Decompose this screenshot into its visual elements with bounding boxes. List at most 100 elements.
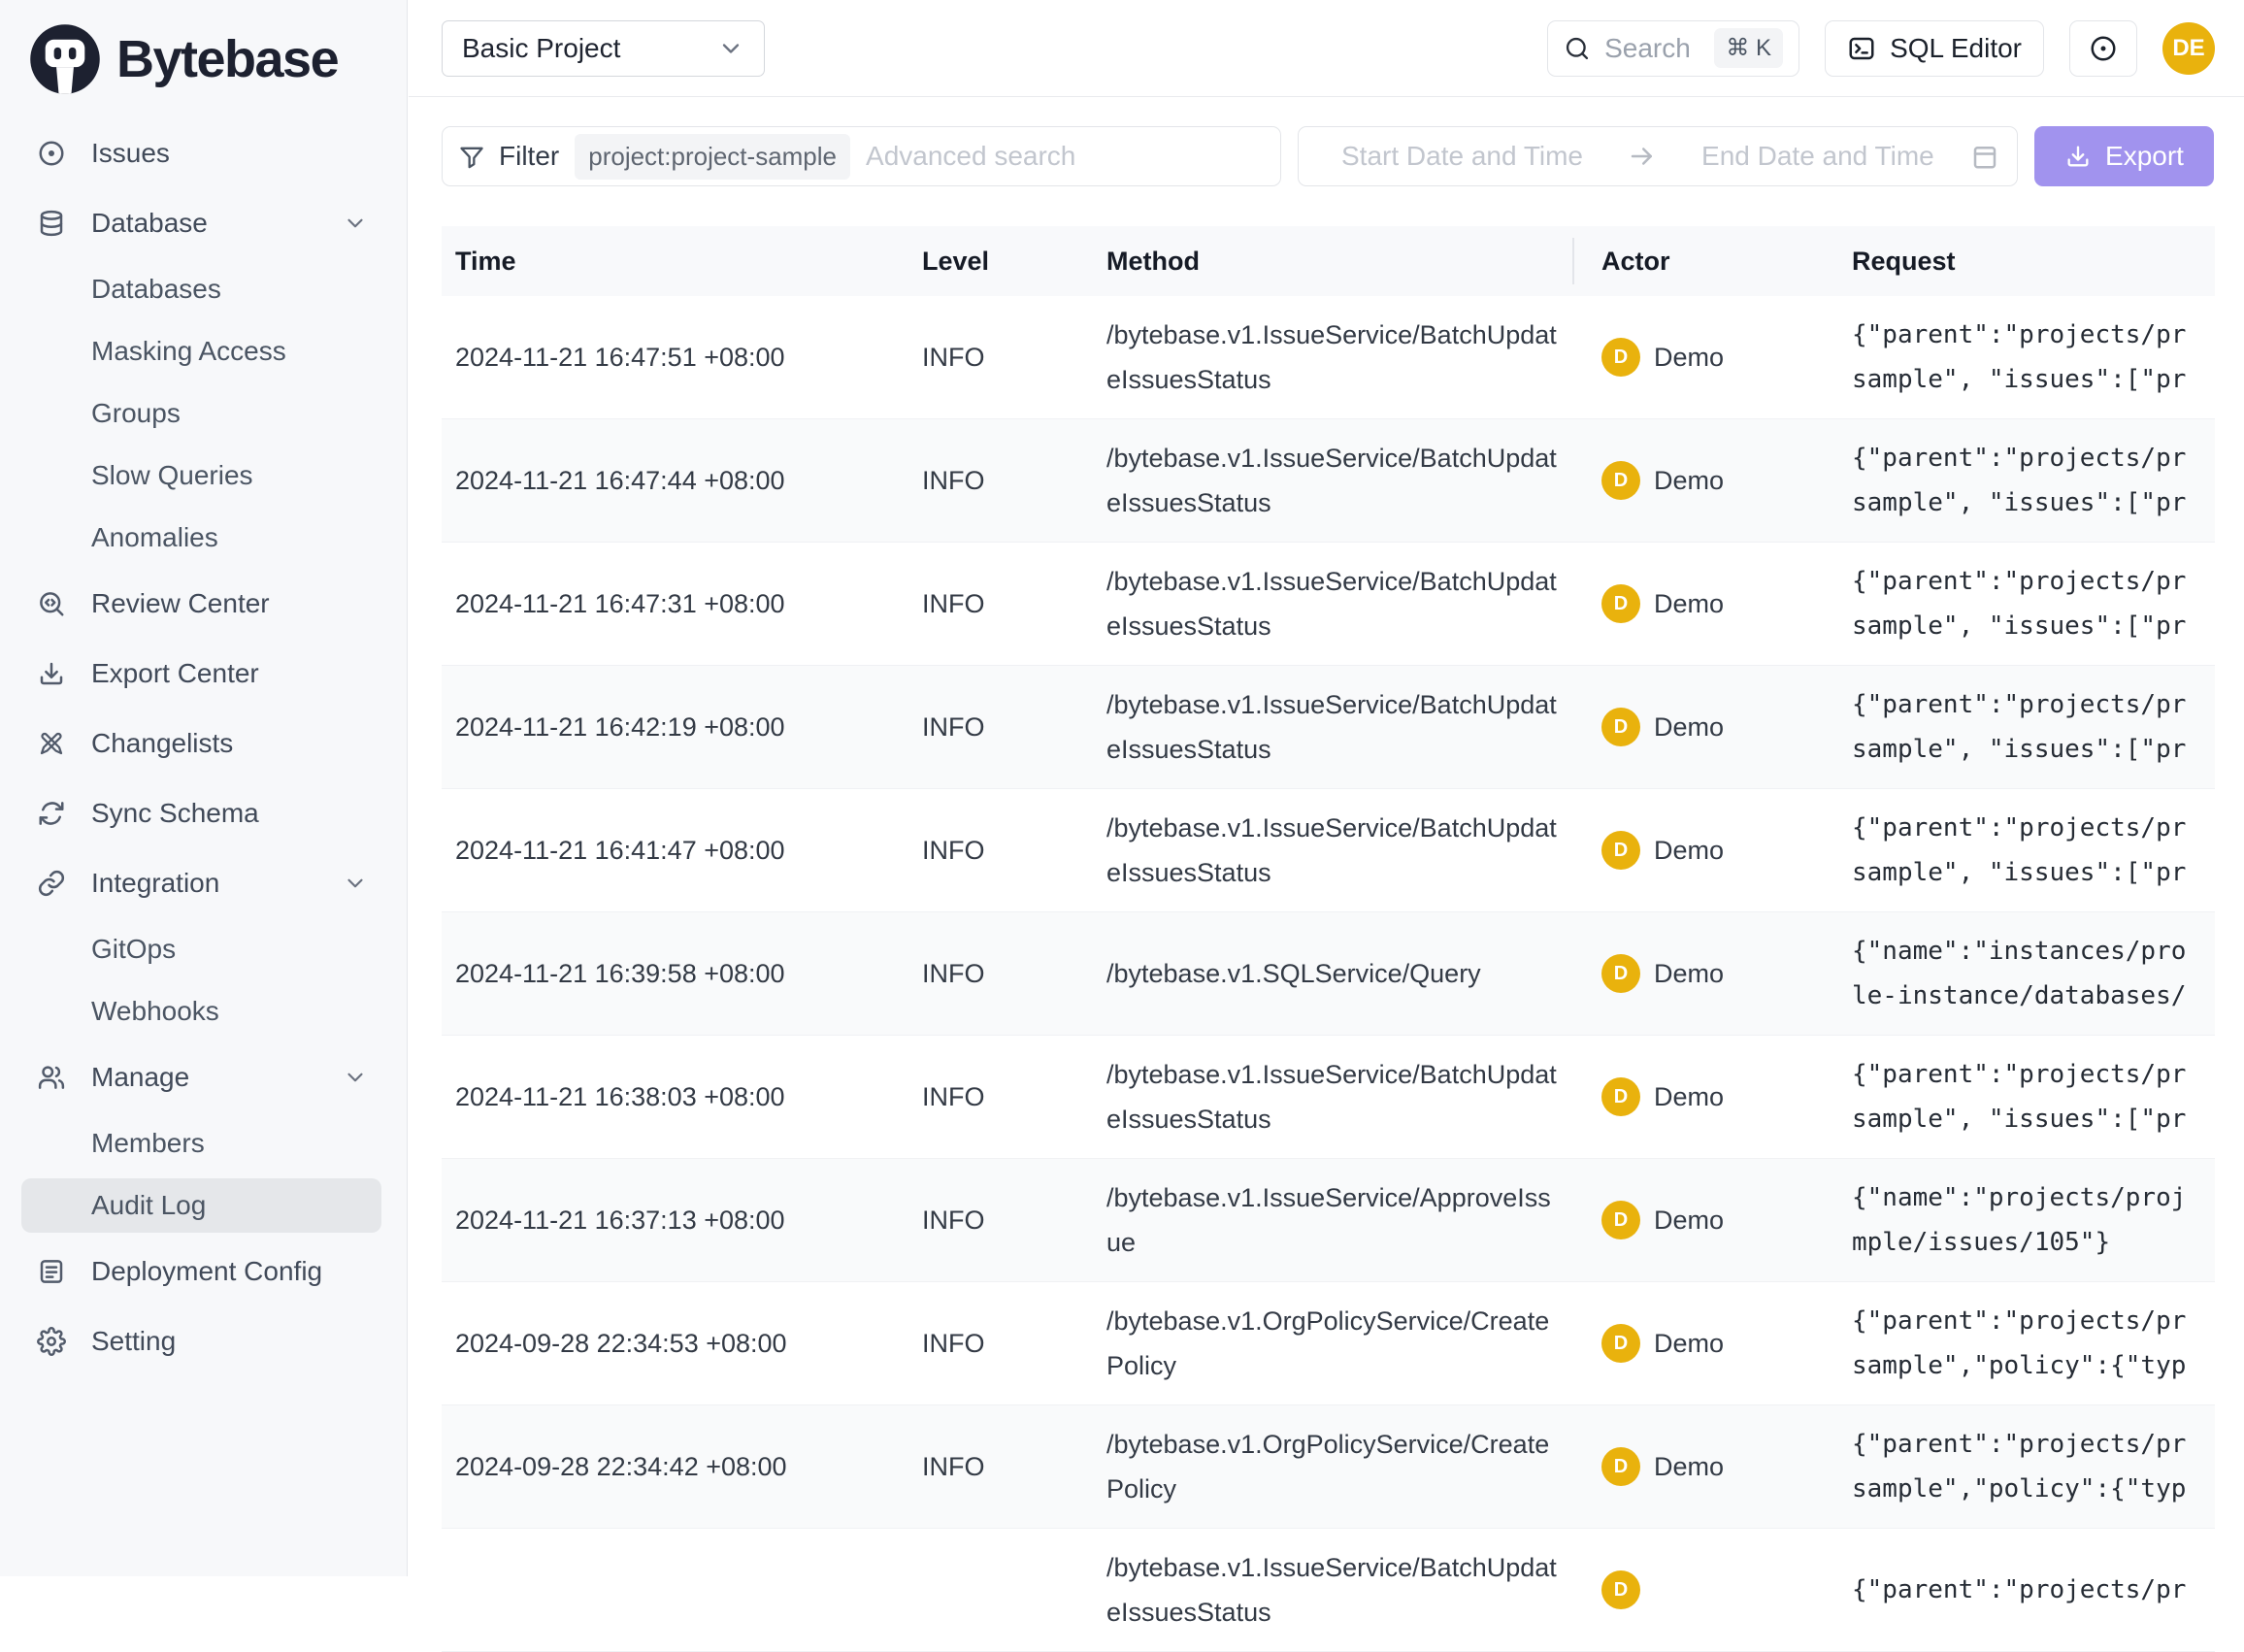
cell-time: 2024-11-21 16:37:13 +08:00 — [442, 1206, 922, 1236]
actor-name: Demo — [1654, 1452, 1724, 1482]
content-area: Filter project:project-sample Advanced s… — [409, 97, 2244, 1652]
pencils-icon — [37, 729, 66, 758]
cell-request: {"parent":"projects/prsample", "issues":… — [1852, 1052, 2215, 1141]
actor-name: Demo — [1654, 1082, 1724, 1112]
sidebar-item-manage[interactable]: Manage — [0, 1042, 407, 1112]
actor-avatar: D — [1601, 708, 1640, 746]
table-row: 2024-11-21 16:37:13 +08:00INFO/bytebase.… — [442, 1159, 2215, 1282]
sidebar-item-masking-access[interactable]: Masking Access — [0, 320, 407, 382]
cell-request: {"name":"projects/projmple/issues/105"} — [1852, 1175, 2215, 1265]
cell-method: /bytebase.v1.OrgPolicyService/CreatePoli… — [1106, 1422, 1601, 1511]
table-row: 2024-11-21 16:38:03 +08:00INFO/bytebase.… — [442, 1036, 2215, 1159]
actor-name: Demo — [1654, 1329, 1724, 1359]
sidebar-item-changelists[interactable]: Changelists — [0, 709, 407, 778]
sidebar-item-audit-log[interactable]: Audit Log — [0, 1174, 407, 1237]
project-selector[interactable]: Basic Project — [442, 20, 765, 77]
cell-request: {"parent":"projects/prsample","policy":{… — [1852, 1422, 2215, 1511]
request-line-1: {"parent":"projects/pr — [1852, 1299, 2215, 1343]
main-area: Basic Project Search ⌘ K SQL Editor — [409, 0, 2244, 1576]
calendar-icon — [1970, 142, 1999, 171]
cell-time: 2024-11-21 16:47:51 +08:00 — [442, 343, 922, 373]
sidebar-item-sync-schema[interactable]: Sync Schema — [0, 778, 407, 848]
sql-editor-button[interactable]: SQL Editor — [1825, 20, 2044, 77]
search-placeholder: Search — [1604, 33, 1691, 64]
filter-tag-project[interactable]: project:project-sample — [575, 134, 850, 180]
advanced-search-placeholder: Advanced search — [866, 141, 1075, 172]
column-header-level: Level — [922, 247, 1106, 277]
sidebar-item-anomalies[interactable]: Anomalies — [0, 507, 407, 569]
cell-request: {"parent":"projects/pr — [1852, 1568, 2215, 1612]
actor-avatar: D — [1601, 584, 1640, 623]
cell-actor: DDemo — [1601, 338, 1852, 377]
sidebar-item-setting[interactable]: Setting — [0, 1306, 407, 1376]
sidebar-item-label: Audit Log — [91, 1190, 206, 1221]
cell-method: /bytebase.v1.SQLService/Query — [1106, 951, 1601, 996]
sidebar-item-gitops[interactable]: GitOps — [0, 918, 407, 980]
column-header-time: Time — [442, 247, 922, 277]
cell-level: INFO — [922, 1329, 1106, 1359]
request-line-2: sample", "issues":["pr — [1852, 850, 2215, 895]
sidebar-item-label: Setting — [91, 1326, 176, 1357]
cell-time: 2024-11-21 16:41:47 +08:00 — [442, 836, 922, 866]
sidebar-item-label: Review Center — [91, 588, 270, 619]
sidebar-item-label: Issues — [91, 138, 170, 169]
column-header-request: Request — [1852, 247, 2215, 277]
cell-method: /bytebase.v1.IssueService/BatchUpdateIss… — [1106, 313, 1601, 402]
audit-log-table: TimeLevelMethodActorRequest 2024-11-21 1… — [442, 226, 2215, 1652]
sidebar-item-members[interactable]: Members — [0, 1112, 407, 1174]
cell-method: /bytebase.v1.OrgPolicyService/CreatePoli… — [1106, 1299, 1601, 1388]
cell-time: 2024-11-21 16:47:31 +08:00 — [442, 589, 922, 619]
request-line-1: {"parent":"projects/pr — [1852, 559, 2215, 604]
cell-request: {"name":"instances/prole-instance/databa… — [1852, 929, 2215, 1018]
table-row: /bytebase.v1.IssueService/BatchUpdateIss… — [442, 1529, 2215, 1652]
cell-request: {"parent":"projects/prsample", "issues":… — [1852, 806, 2215, 895]
request-line-1: {"parent":"projects/pr — [1852, 1568, 2215, 1612]
sidebar-item-issues[interactable]: Issues — [0, 118, 407, 188]
cell-request: {"parent":"projects/prsample","policy":{… — [1852, 1299, 2215, 1388]
actor-name: Demo — [1654, 1206, 1724, 1236]
app-logo[interactable]: Bytebase — [27, 21, 407, 97]
cell-level: INFO — [922, 1082, 1106, 1112]
sidebar-item-databases[interactable]: Databases — [0, 258, 407, 320]
cell-level: INFO — [922, 1206, 1106, 1236]
column-divider — [1572, 238, 1574, 284]
table-row: 2024-11-21 16:41:47 +08:00INFO/bytebase.… — [442, 789, 2215, 912]
terminal-icon — [1847, 34, 1876, 63]
sidebar-item-label: Changelists — [91, 728, 233, 759]
table-row: 2024-11-21 16:47:44 +08:00INFO/bytebase.… — [442, 419, 2215, 543]
request-line-2: sample","policy":{"typ — [1852, 1467, 2215, 1511]
sidebar-item-integration[interactable]: Integration — [0, 848, 407, 918]
sidebar-item-label: Manage — [91, 1062, 189, 1093]
sidebar-item-label: Sync Schema — [91, 798, 259, 829]
table-row: 2024-09-28 22:34:42 +08:00INFO/bytebase.… — [442, 1405, 2215, 1529]
sidebar-item-review-center[interactable]: Review Center — [0, 569, 407, 639]
sidebar-item-database[interactable]: Database — [0, 188, 407, 258]
sidebar-item-webhooks[interactable]: Webhooks — [0, 980, 407, 1042]
sidebar-item-slow-queries[interactable]: Slow Queries — [0, 445, 407, 507]
table-row: 2024-11-21 16:42:19 +08:00INFO/bytebase.… — [442, 666, 2215, 789]
request-line-1: {"name":"projects/proj — [1852, 1175, 2215, 1220]
request-line-2: sample","policy":{"typ — [1852, 1343, 2215, 1388]
export-button[interactable]: Export — [2034, 126, 2214, 186]
date-range-picker[interactable]: Start Date and Time End Date and Time — [1298, 126, 2018, 186]
filter-input[interactable]: Filter project:project-sample Advanced s… — [442, 126, 1281, 186]
chevron-down-icon — [343, 871, 368, 896]
cell-level: INFO — [922, 836, 1106, 866]
cell-time: 2024-11-21 16:42:19 +08:00 — [442, 712, 922, 743]
cell-method: /bytebase.v1.IssueService/BatchUpdateIss… — [1106, 682, 1601, 772]
sidebar-item-export-center[interactable]: Export Center — [0, 639, 407, 709]
request-line-2: sample", "issues":["pr — [1852, 357, 2215, 402]
about-button[interactable] — [2069, 20, 2137, 77]
search-button[interactable]: Search ⌘ K — [1547, 20, 1799, 77]
actor-avatar: D — [1601, 338, 1640, 377]
actor-name: Demo — [1654, 959, 1724, 989]
sidebar-item-label: Databases — [91, 274, 221, 305]
cell-method: /bytebase.v1.IssueService/BatchUpdateIss… — [1106, 1545, 1601, 1635]
sidebar-item-label: Export Center — [91, 658, 259, 689]
cell-time: 2024-11-21 16:39:58 +08:00 — [442, 959, 922, 989]
sidebar-item-groups[interactable]: Groups — [0, 382, 407, 445]
user-avatar[interactable]: DE — [2162, 22, 2215, 75]
end-date-placeholder: End Date and Time — [1701, 141, 1934, 172]
cell-level: INFO — [922, 466, 1106, 496]
sidebar-item-deployment-config[interactable]: Deployment Config — [0, 1237, 407, 1306]
